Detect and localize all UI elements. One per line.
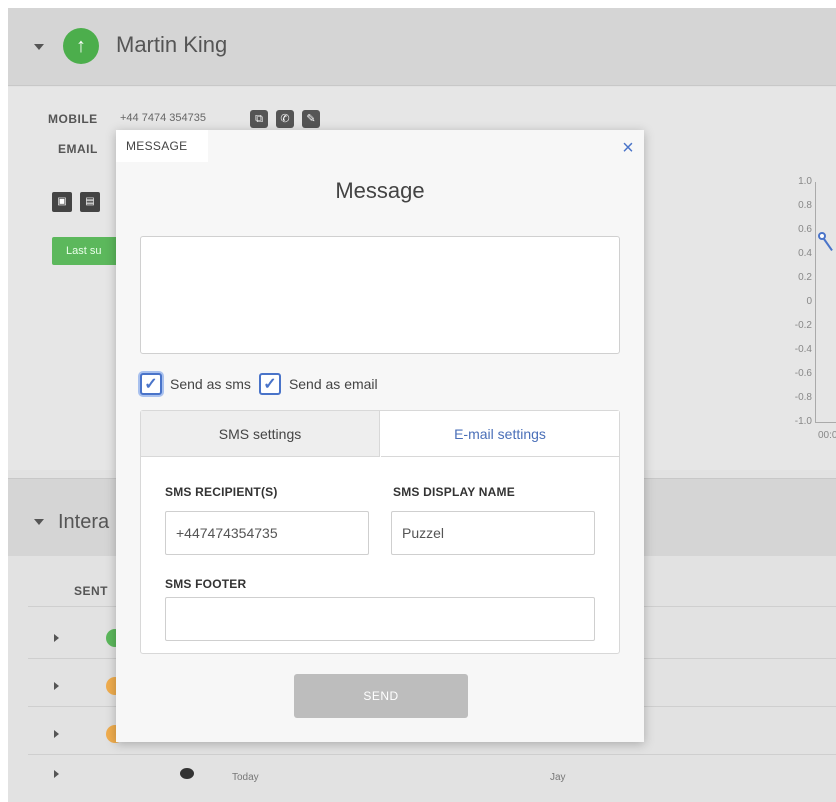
expand-row-icon[interactable] [54, 682, 59, 690]
send-as-sms-checkbox[interactable]: ✓ [140, 373, 162, 395]
x-tick: 00:0 [818, 430, 836, 441]
mini-chart: 1.0 0.8 0.6 0.4 0.2 0 -0.2 -0.4 -0.6 -0.… [768, 176, 836, 446]
expand-row-icon[interactable] [54, 770, 59, 778]
arrow-up-icon: ↑ [63, 28, 99, 64]
send-as-sms-label: Send as sms [170, 376, 251, 392]
sms-display-name-label: SMS DISPLAY NAME [393, 485, 515, 499]
send-as-email-checkbox[interactable]: ✓ [258, 373, 281, 395]
chart-x-axis [815, 422, 836, 423]
settings-panel: SMS settings E-mail settings SMS RECIPIE… [140, 410, 620, 654]
collapse-caret-icon[interactable] [34, 519, 44, 525]
y-tick: -0.4 [794, 344, 812, 355]
contact-header: ↑ Martin King [8, 8, 836, 86]
y-tick: -1.0 [794, 416, 812, 427]
contact-card-icon[interactable]: ▣ [52, 192, 72, 212]
y-tick: 0.2 [798, 272, 812, 283]
interactions-title: Intera [58, 511, 110, 533]
message-textarea[interactable] [140, 236, 620, 354]
chart-y-axis [815, 182, 816, 422]
phone-icon[interactable]: ✆ [276, 110, 294, 128]
y-tick: -0.2 [794, 320, 812, 331]
send-options: ✓ Send as sms ✓ Send as email [140, 370, 386, 398]
collapse-caret-icon[interactable] [34, 44, 44, 50]
status-badge: Last su [52, 237, 122, 265]
y-tick: 1.0 [798, 176, 812, 187]
chat-icon [180, 768, 194, 779]
send-as-email-label: Send as email [288, 376, 378, 392]
tab-sms-settings[interactable]: SMS settings [141, 411, 380, 457]
dialog-tab-label: MESSAGE [116, 130, 208, 162]
app-root: ↑ Martin King MOBILE +44 7474 354735 ⧉ ✆… [0, 0, 836, 802]
copy-icon[interactable]: ⧉ [250, 110, 268, 128]
expand-row-icon[interactable] [54, 634, 59, 642]
dialog-title: Message [335, 178, 425, 203]
expand-row-icon[interactable] [54, 730, 59, 738]
sms-footer-input[interactable] [165, 597, 595, 641]
column-header-sent: SENT [74, 584, 109, 598]
row-date: Today [232, 772, 259, 783]
mobile-number: +44 7474 354735 [120, 112, 206, 124]
y-tick: -0.6 [794, 368, 812, 379]
sms-recipient-label: SMS RECIPIENT(S) [165, 485, 278, 499]
sms-footer-label: SMS FOOTER [165, 577, 247, 591]
tab-email-settings[interactable]: E-mail settings [381, 411, 619, 457]
document-icon[interactable]: ▤ [80, 192, 100, 212]
close-icon[interactable]: × [618, 138, 638, 158]
divider [28, 754, 836, 755]
y-tick: 0.8 [798, 200, 812, 211]
y-tick: 0 [806, 296, 812, 307]
row-agent: Jay [550, 772, 566, 783]
chart-line [823, 238, 833, 252]
contact-name: Martin King [116, 32, 228, 57]
y-tick: 0.4 [798, 248, 812, 259]
sms-display-name-input[interactable] [391, 511, 595, 555]
mobile-label: MOBILE [48, 112, 98, 126]
edit-icon[interactable]: ✎ [302, 110, 320, 128]
message-dialog: MESSAGE × Message ✓ Send as sms ✓ Send a… [116, 130, 644, 742]
send-button[interactable]: SEND [294, 674, 468, 718]
sms-recipient-input[interactable] [165, 511, 369, 555]
y-tick: 0.6 [798, 224, 812, 235]
email-label: EMAIL [58, 142, 98, 156]
y-tick: -0.8 [794, 392, 812, 403]
